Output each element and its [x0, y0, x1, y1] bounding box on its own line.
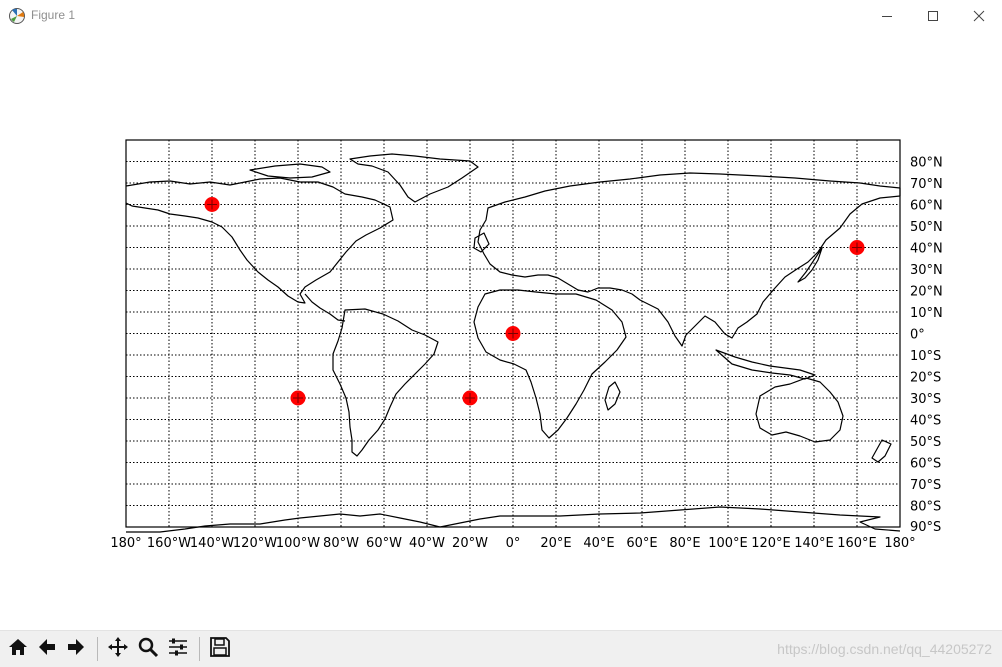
y-tick-label: 50°S — [910, 435, 941, 450]
coastline-north-america — [125, 177, 394, 304]
y-tick-label: 10°N — [910, 306, 943, 321]
navigation-toolbar: https://blog.csdn.net/qq_44205272 — [0, 630, 1002, 667]
x-tick-label: 120°E — [751, 536, 791, 551]
pan-icon — [107, 636, 129, 662]
axis-tick-labels: 180° 160°W140°W120°W100°W 80°W 60°W 40°W 20°W… — [110, 156, 942, 552]
figure-canvas[interactable]: 180° 160°W 140°W 120°W 100°W 80°W 60°W 40°W 20°W… — [0, 32, 1002, 630]
watermark: https://blog.csdn.net/qq_44205272 — [777, 641, 992, 657]
x-tick-label: 120°W — [233, 536, 277, 551]
world-map-plot: 180° 160°W140°W120°W100°W 80°W 60°W 40°W 20°W… — [110, 139, 943, 552]
y-tick-label: 60°S — [910, 457, 941, 472]
y-tick-label: 70°N — [910, 177, 943, 192]
y-tick-label: 50°N — [910, 220, 943, 235]
y-tick-label: 30°S — [910, 392, 941, 407]
marker-point — [505, 326, 521, 341]
coastline-indonesia — [715, 349, 816, 380]
toolbar-separator — [97, 637, 98, 661]
configure-subplots-button[interactable] — [165, 635, 191, 663]
coastline-madagascar — [604, 381, 621, 411]
pan-button[interactable] — [105, 635, 131, 663]
figure-app-icon — [8, 7, 26, 25]
y-tick-label: 20°S — [910, 371, 941, 386]
close-button[interactable] — [956, 0, 1002, 32]
coastline-central-america — [304, 293, 346, 322]
x-tick-label: 0° — [506, 536, 521, 551]
x-tick-label: 20°E — [540, 536, 571, 551]
y-tick-label: 60°N — [910, 199, 943, 214]
y-tick-label: 80°S — [910, 500, 941, 515]
y-tick-label: 40°N — [910, 242, 943, 257]
y-tick-label: 30°N — [910, 263, 943, 278]
x-tick-label: 60°E — [626, 536, 657, 551]
y-tick-label: 10°S — [910, 349, 941, 364]
y-tick-label: 90°S — [910, 520, 941, 535]
coastline-new-zealand — [871, 439, 892, 463]
x-tick-label: 180° — [884, 536, 915, 551]
marker-point — [849, 240, 865, 255]
zoom-icon — [137, 636, 159, 662]
save-icon — [209, 636, 231, 662]
x-tick-label: 160°W — [147, 536, 191, 551]
x-tick-label: 80°E — [669, 536, 700, 551]
marker-point — [204, 197, 220, 212]
x-tick-label: 40°E — [583, 536, 614, 551]
back-icon — [36, 636, 58, 662]
y-tick-label: 20°N — [910, 285, 943, 300]
window-title: Figure 1 — [31, 8, 76, 22]
save-button[interactable] — [207, 635, 233, 663]
y-tick-label: 40°S — [910, 414, 941, 429]
zoom-button[interactable] — [135, 635, 161, 663]
maximize-button[interactable] — [910, 0, 956, 32]
x-tick-label: 100°W — [276, 536, 320, 551]
x-tick-label: 100°E — [708, 536, 748, 551]
x-tick-label: 40°W — [409, 536, 445, 551]
coastline-japan — [797, 247, 823, 283]
x-tick-label: 80°W — [323, 536, 359, 551]
x-tick-label: 140°W — [190, 536, 234, 551]
x-tick-label: 160°E — [837, 536, 877, 551]
toolbar-separator — [199, 637, 200, 661]
minimize-icon — [881, 7, 893, 26]
back-button[interactable] — [34, 635, 60, 663]
x-tick-label: 140°E — [794, 536, 834, 551]
coastline-arctic-islands — [249, 163, 331, 179]
y-tick-label: 80°N — [910, 156, 943, 171]
x-tick-label: 60°W — [366, 536, 402, 551]
forward-icon — [65, 636, 87, 662]
forward-button[interactable] — [63, 635, 89, 663]
x-tick-label: 180° — [110, 536, 141, 551]
title-bar: Figure 1 — [0, 0, 1002, 33]
home-icon — [7, 636, 29, 662]
marker-point — [290, 390, 306, 406]
maximize-icon — [927, 7, 939, 26]
y-tick-label: 70°S — [910, 478, 941, 493]
x-tick-label: 20°W — [452, 536, 488, 551]
minimize-button[interactable] — [864, 0, 910, 32]
coastline-eurasia — [477, 172, 901, 347]
home-button[interactable] — [5, 635, 31, 663]
coastline-australia — [755, 377, 844, 443]
coastline-south-america — [332, 308, 439, 457]
marker-point — [462, 390, 478, 406]
close-icon — [973, 7, 985, 26]
y-tick-label: 0° — [910, 328, 925, 343]
configure-subplots-icon — [167, 636, 189, 662]
